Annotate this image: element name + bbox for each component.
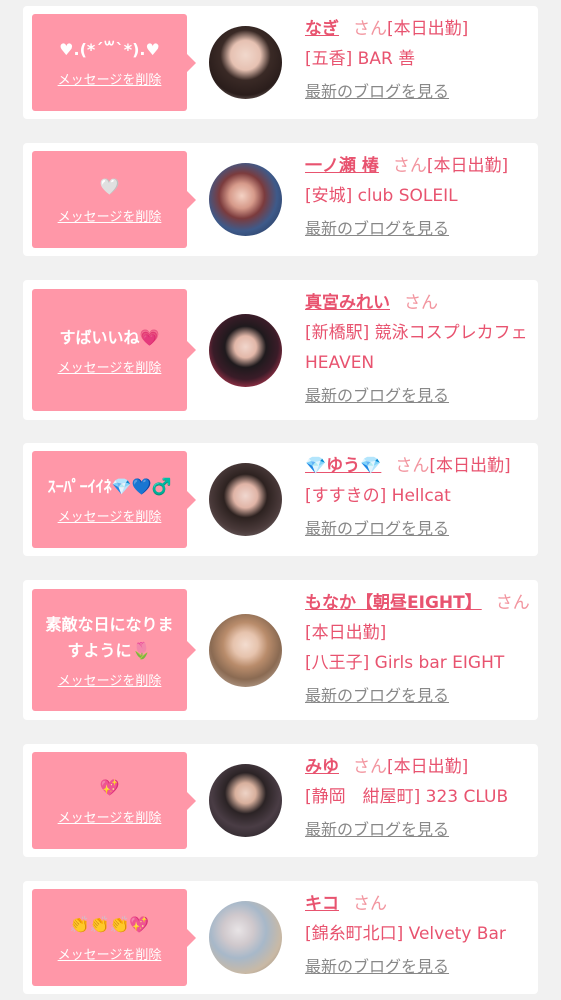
message-text: すばいいね💗 (59, 327, 160, 347)
blog-link[interactable]: 最新のブログを見る (305, 515, 449, 539)
honorific: さん (353, 19, 387, 39)
avatar[interactable] (209, 314, 282, 387)
delete-message-link[interactable]: メッセージを削除 (58, 670, 162, 689)
message-bubble: ♥.(*´꒳`*).♥ メッセージを削除 (32, 14, 196, 111)
delete-message-link[interactable]: メッセージを削除 (58, 206, 162, 225)
message-card: ｽｰﾊﾟｰｲｲﾈ💎💙♂️ メッセージを削除 💎ゆう💎 さん[本日出勤] [すすきの… (23, 443, 538, 556)
honorific: さん (392, 156, 427, 176)
message-bubble: 👏👏👏💖 メッセージを削除 (32, 889, 196, 986)
message-bubble: ｽｰﾊﾟｰｲｲﾈ💎💙♂️ メッセージを削除 (32, 451, 196, 548)
honorific: さん (395, 456, 430, 476)
message-bubble: 🤍 メッセージを削除 (32, 151, 196, 248)
shop-label: [すすきの] Hellcat (305, 486, 451, 506)
message-text: 💖 (99, 778, 120, 797)
message-text: ♥.(*´꒳`*).♥ (59, 40, 160, 59)
blog-link[interactable]: 最新のブログを見る (305, 382, 449, 406)
shop-label: [八王子] Girls bar EIGHT (305, 653, 505, 673)
cast-name-link[interactable]: 💎ゆう💎 (305, 456, 381, 476)
status-badge: [本日出勤] (426, 156, 509, 176)
status-badge: [本日出勤] (387, 19, 469, 39)
message-card: 👏👏👏💖 メッセージを削除 キコ さん [錦糸町北口] Velvety Bar 最… (23, 881, 538, 994)
delete-message-link[interactable]: メッセージを削除 (58, 357, 162, 376)
status-badge: [本日出勤] (387, 757, 469, 777)
message-text: 👏👏👏💖 (69, 915, 150, 934)
avatar[interactable] (209, 901, 282, 974)
blog-link[interactable]: 最新のブログを見る (305, 816, 449, 840)
message-text: 🤍 (99, 177, 120, 196)
cast-name-link[interactable]: なぎ (305, 19, 339, 39)
avatar[interactable] (209, 764, 282, 837)
cast-name-link[interactable]: 一ノ瀬 椿 (305, 156, 379, 176)
cast-name-link[interactable]: もなか【朝昼EIGHT】 (305, 593, 482, 613)
avatar[interactable] (209, 26, 282, 99)
shop-label: [錦糸町北口] Velvety Bar (305, 924, 506, 944)
message-text: ｽｰﾊﾟｰｲｲﾈ💎💙♂️ (47, 477, 172, 496)
avatar[interactable] (209, 614, 282, 687)
message-bubble: 💖 メッセージを削除 (32, 752, 196, 849)
avatar[interactable] (209, 163, 282, 236)
blog-link[interactable]: 最新のブログを見る (305, 682, 449, 706)
avatar[interactable] (209, 463, 282, 536)
message-card: 💖 メッセージを削除 みゆ さん[本日出勤] [静岡 紺屋町] 323 CLUB … (23, 744, 538, 857)
honorific: さん (404, 293, 438, 313)
honorific: さん (353, 757, 387, 777)
cast-name-link[interactable]: キコ (305, 894, 339, 914)
delete-message-link[interactable]: メッセージを削除 (58, 69, 162, 88)
honorific: さん (353, 894, 387, 914)
message-card: 素敵な日になりますように🌷 メッセージを削除 もなか【朝昼EIGHT】 さん [本日… (23, 580, 538, 720)
message-bubble: 素敵な日になりますように🌷 メッセージを削除 (32, 589, 196, 711)
message-bubble: すばいいね💗 メッセージを削除 (32, 289, 196, 411)
delete-message-link[interactable]: メッセージを削除 (58, 506, 162, 525)
message-card: ♥.(*´꒳`*).♥ メッセージを削除 なぎ さん[本日出勤] [五香] BAR… (23, 6, 538, 119)
blog-link[interactable]: 最新のブログを見る (305, 215, 449, 239)
status-badge: [本日出勤] (429, 456, 511, 476)
message-card: すばいいね💗 メッセージを削除 真宮みれい さん [新橋駅] 競泳コスプレカフェ … (23, 280, 545, 420)
cast-name-link[interactable]: 真宮みれい (305, 293, 390, 313)
shop-label: [新橋駅] 競泳コスプレカフェ HEAVEN (305, 323, 545, 373)
blog-link[interactable]: 最新のブログを見る (305, 78, 449, 102)
shop-label: [五香] BAR 善 (305, 49, 416, 69)
status-badge: [本日出勤] (305, 623, 387, 643)
honorific: さん (495, 593, 530, 613)
blog-link[interactable]: 最新のブログを見る (305, 953, 449, 977)
delete-message-link[interactable]: メッセージを削除 (58, 944, 162, 963)
shop-label: [静岡 紺屋町] 323 CLUB (305, 787, 509, 807)
delete-message-link[interactable]: メッセージを削除 (58, 807, 162, 826)
message-card: 🤍 メッセージを削除 一ノ瀬 椿さん[本日出勤] [安城] club SOLEI… (23, 143, 538, 256)
cast-name-link[interactable]: みゆ (305, 757, 339, 777)
shop-label: [安城] club SOLEIL (305, 186, 458, 206)
message-text: 素敵な日になりますように🌷 (45, 614, 174, 660)
